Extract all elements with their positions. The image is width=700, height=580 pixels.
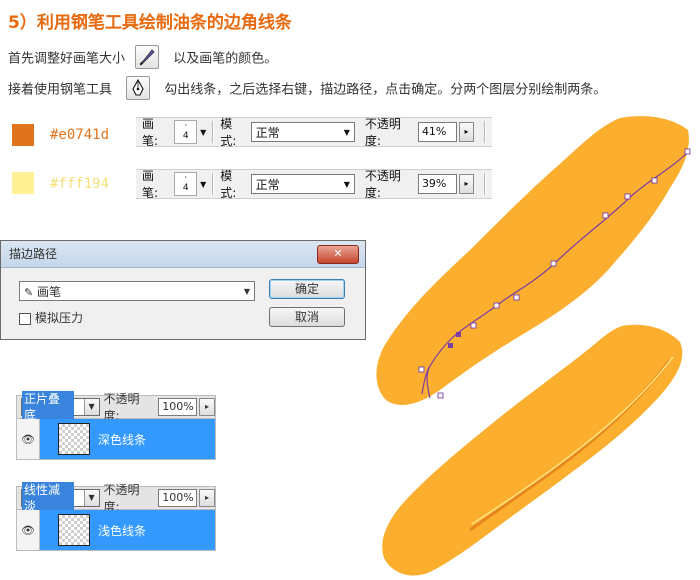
brush-icon: ✎ [24, 285, 34, 299]
ok-button[interactable]: 确定 [269, 279, 345, 299]
page-title: 5）利用钢笔工具绘制油条的边角线条 [8, 13, 292, 33]
light-color-hex: #fff194 [50, 176, 110, 192]
close-icon[interactable]: ✕ [317, 245, 359, 264]
brush-size-preview[interactable]: · 4 [174, 120, 198, 144]
eye-icon[interactable]: 👁 [17, 510, 40, 550]
dark-color-swatch [12, 124, 34, 146]
instruction-line-2: 接着使用钢笔工具 勾出线条，之后选择右键，描边路径，点击确定。分两个图层分别绘制… [8, 76, 607, 102]
blend-mode-select[interactable]: 正片叠底 ▼ [21, 391, 100, 423]
brush-label: 画笔: [142, 169, 159, 200]
tool-select[interactable]: ✎ 画笔 ▼ [19, 281, 255, 301]
stroke-path-dialog: 描边路径 ✕ ✎ 画笔 ▼ 模拟压力 确定 取消 [0, 240, 366, 340]
layer-name: 深色线条 [98, 432, 147, 447]
opacity-input[interactable]: 100% [158, 398, 198, 416]
brush-icon [135, 45, 160, 69]
chevron-down-icon: ▼ [83, 399, 99, 415]
instruction-text: 勾出线条，之后选择右键，描边路径，点击确定。分两个图层分别绘制两条。 [164, 82, 607, 98]
mode-select[interactable]: 正常 ▼ [250, 122, 355, 142]
instruction-line-1: 首先调整好画笔大小 以及画笔的颜色。 [8, 45, 278, 71]
simulate-pressure-checkbox[interactable] [19, 312, 31, 325]
layer-options-bar: 正片叠底 ▼ 不透明度: 100% ▸ [16, 391, 216, 423]
dialog-title: 描边路径 [9, 247, 58, 261]
blend-mode-select[interactable]: 线性减淡 ▼ [21, 482, 100, 514]
layer-selected[interactable]: 深色线条 [40, 419, 215, 459]
mode-label: 模式: [220, 169, 237, 200]
divider [212, 121, 215, 143]
chevron-down-icon: ▼ [83, 490, 99, 506]
opacity-stepper[interactable]: ▸ [199, 489, 215, 507]
layer-thumbnail [58, 514, 90, 546]
divider [212, 173, 215, 195]
simulate-pressure-option[interactable]: 模拟压力 [19, 309, 83, 326]
tool-value: 画笔 [37, 284, 62, 299]
chevron-down-icon[interactable]: ▼ [200, 180, 206, 189]
brush-label: 画笔: [142, 117, 159, 148]
instruction-text: 接着使用钢笔工具 [8, 82, 113, 98]
layer-row[interactable]: 👁 深色线条 [16, 419, 216, 460]
chevron-down-icon: ▼ [243, 286, 250, 296]
mode-label: 模式: [220, 117, 237, 148]
instruction-text: 以及画笔的颜色。 [173, 51, 278, 67]
chevron-down-icon: ▼ [343, 179, 350, 189]
dialog-titlebar[interactable]: 描边路径 ✕ [1, 241, 365, 268]
layers-panel-1: 正片叠底 ▼ 不透明度: 100% ▸ 👁 深色线条 [16, 391, 216, 460]
light-color-swatch [12, 172, 34, 194]
brush-size-preview[interactable]: · 4 [174, 172, 198, 196]
opacity-input[interactable]: 100% [158, 489, 198, 507]
layer-selected[interactable]: 浅色线条 [40, 510, 215, 550]
chevron-down-icon[interactable]: ▼ [200, 128, 206, 137]
mode-select[interactable]: 正常 ▼ [250, 174, 355, 194]
layer-options-bar: 线性减淡 ▼ 不透明度: 100% ▸ [16, 482, 216, 514]
dough-illustration [376, 116, 691, 576]
layer-thumbnail [58, 423, 90, 455]
layers-panel-2: 线性减淡 ▼ 不透明度: 100% ▸ 👁 浅色线条 [16, 482, 216, 551]
cancel-button[interactable]: 取消 [269, 307, 345, 327]
eye-icon[interactable]: 👁 [17, 419, 40, 459]
instruction-text: 首先调整好画笔大小 [8, 51, 126, 67]
layer-row[interactable]: 👁 浅色线条 [16, 510, 216, 551]
pen-tool-icon [126, 76, 151, 100]
opacity-stepper[interactable]: ▸ [199, 398, 215, 416]
dark-color-hex: #e0741d [50, 127, 110, 143]
chevron-down-icon: ▼ [343, 127, 350, 137]
layer-name: 浅色线条 [98, 523, 147, 538]
